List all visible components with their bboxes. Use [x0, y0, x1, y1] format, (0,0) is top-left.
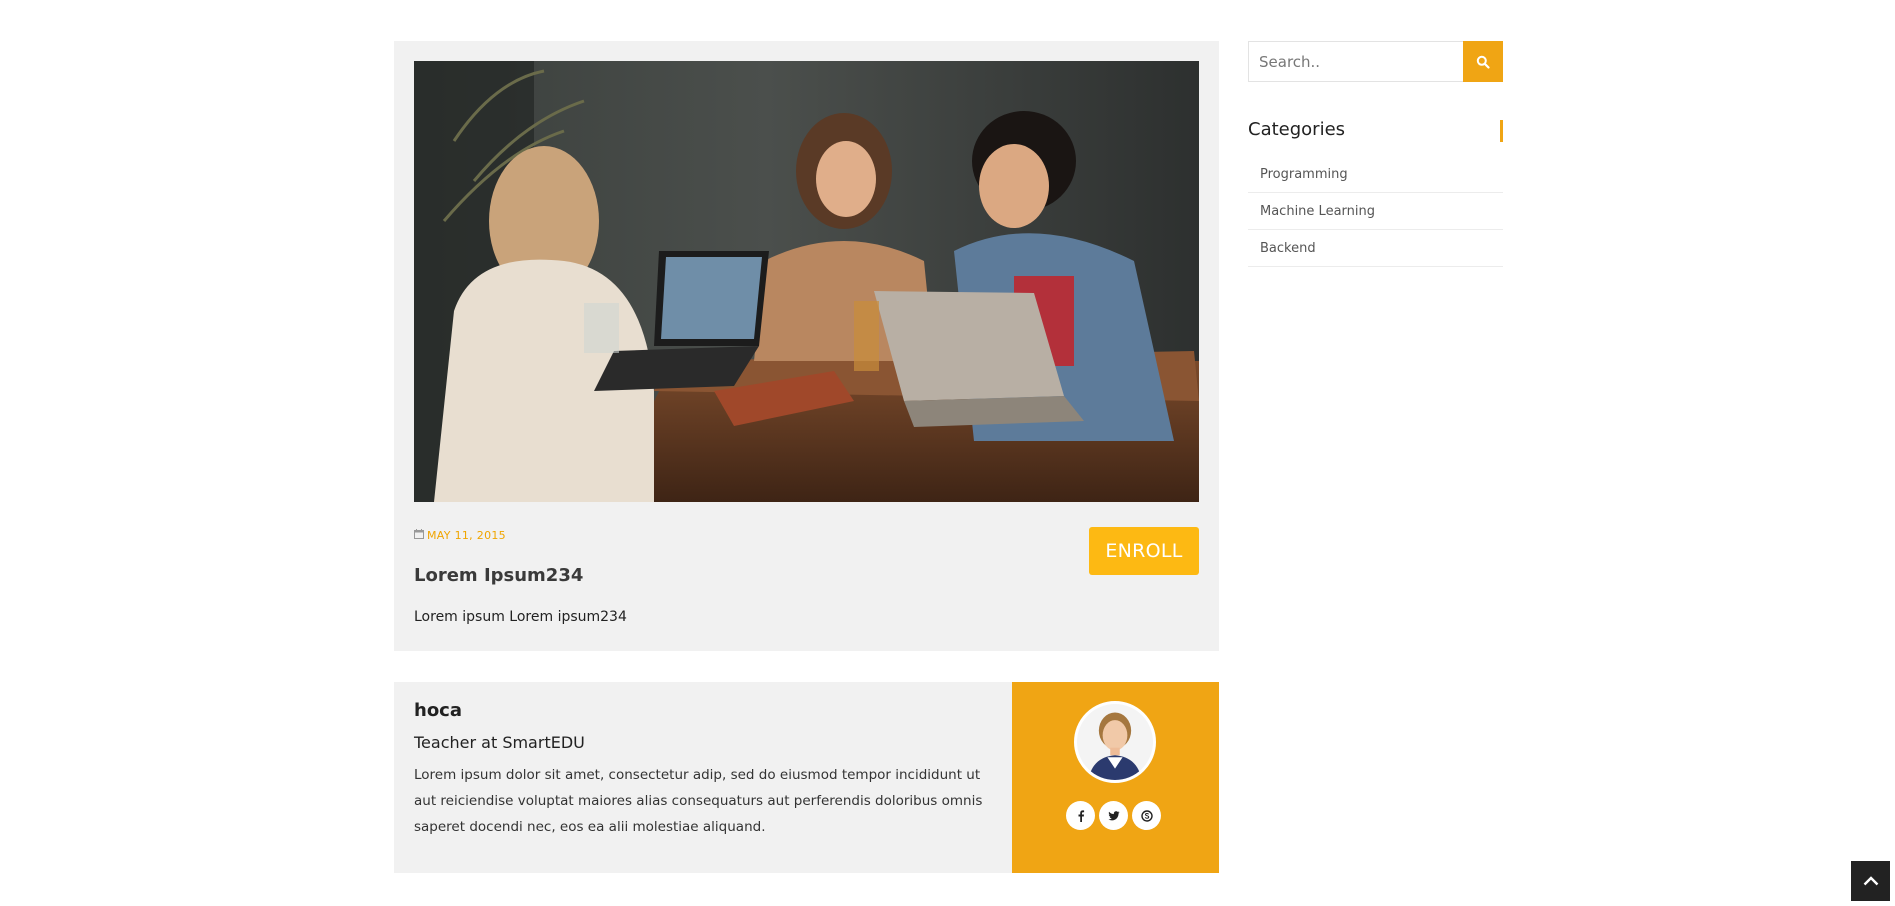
search-input[interactable]	[1249, 42, 1463, 81]
search-icon	[1476, 55, 1490, 69]
category-item-machine-learning[interactable]: Machine Learning	[1248, 193, 1503, 230]
skype-icon	[1140, 809, 1153, 822]
categories-title: Categories	[1248, 119, 1346, 140]
course-title: Lorem Ipsum234	[414, 565, 584, 586]
teacher-card: hoca Teacher at SmartEDU Lorem ipsum dol…	[394, 682, 1219, 873]
teacher-avatar-icon	[1077, 704, 1153, 780]
chevron-up-icon	[1863, 876, 1878, 886]
facebook-button[interactable]	[1066, 801, 1095, 830]
scroll-to-top-button[interactable]	[1851, 861, 1890, 901]
twitter-button[interactable]	[1099, 801, 1128, 830]
categories-accent-bar	[1500, 120, 1503, 142]
search-button[interactable]	[1463, 41, 1503, 82]
teacher-bio: Lorem ipsum dolor sit amet, consectetur …	[414, 767, 983, 835]
avatar	[1074, 701, 1156, 783]
teacher-name: hoca	[414, 700, 462, 721]
search-box	[1248, 41, 1503, 82]
skype-button[interactable]	[1132, 801, 1161, 830]
category-item-programming[interactable]: Programming	[1248, 156, 1503, 193]
enroll-button[interactable]: ENROLL	[1089, 527, 1199, 575]
facebook-icon	[1078, 809, 1084, 822]
course-photo-icon	[414, 61, 1199, 502]
calendar-icon	[414, 529, 424, 542]
course-date: MAY 11, 2015	[414, 529, 506, 542]
teacher-profile-panel	[1012, 682, 1219, 873]
social-links	[1066, 801, 1161, 830]
course-card: MAY 11, 2015 Lorem Ipsum234 Lorem ipsum …	[394, 41, 1219, 651]
teacher-role: Teacher at SmartEDU	[414, 733, 585, 752]
categories-list: Programming Machine Learning Backend	[1248, 156, 1503, 267]
category-item-backend[interactable]: Backend	[1248, 230, 1503, 267]
course-description: Lorem ipsum Lorem ipsum234	[414, 609, 627, 625]
twitter-icon	[1108, 810, 1119, 820]
course-image	[414, 61, 1199, 502]
course-date-text: MAY 11, 2015	[427, 529, 506, 542]
